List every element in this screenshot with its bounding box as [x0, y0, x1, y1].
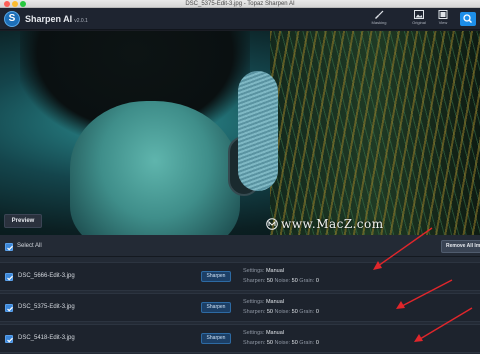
file-name: DSC_5418-Edit-3.jpg [18, 335, 75, 341]
file-checkbox[interactable] [5, 335, 13, 343]
settings-mode: Manual [265, 330, 284, 336]
watermark-text: www.MacZ.com [281, 217, 384, 231]
file-name: DSC_5375-Edit-3.jpg [18, 304, 75, 310]
noise-value: 50 [291, 340, 298, 346]
search-icon [463, 14, 472, 23]
settings-values: Sharpen: 50 Noise: 50 Grain: 0 [243, 278, 319, 284]
preview-button[interactable]: Preview [4, 214, 42, 228]
checkmark-icon [7, 337, 13, 343]
original-label: Original [412, 20, 426, 25]
tree-roots-background [270, 31, 480, 235]
settings-prefix: Settings: [243, 299, 265, 305]
grain-label: Grain: [299, 340, 315, 346]
noise-value: 50 [291, 309, 298, 315]
grain-value: 0 [315, 309, 319, 315]
masking-button[interactable]: Masking [366, 10, 392, 28]
grain-label: Grain: [299, 278, 315, 284]
masking-label: Masking [371, 20, 387, 25]
single-view-icon [438, 10, 448, 19]
file-name: DSC_5666-Edit-3.jpg [18, 273, 75, 279]
settings-values: Sharpen: 50 Noise: 50 Grain: 0 [243, 340, 319, 346]
sharpen-mode-button[interactable]: Sharpen [201, 302, 231, 313]
image-preview[interactable]: www.MacZ.com Preview [0, 31, 480, 235]
original-button[interactable]: Original [406, 10, 432, 28]
select-all-row: Select All Remove All Im [0, 235, 480, 257]
checkmark-icon [7, 245, 13, 251]
app-name-label: Sharpen AI [25, 14, 73, 24]
settings-prefix: Settings: [243, 268, 265, 274]
app-name: Sharpen AI v2.0.1 [25, 14, 88, 24]
sharpen-label: Sharpen [243, 309, 264, 315]
settings-values: Sharpen: 50 Noise: 50 Grain: 0 [243, 309, 319, 315]
remove-all-images-button[interactable]: Remove All Im [441, 240, 480, 253]
sharpen-mode-button[interactable]: Sharpen [201, 333, 231, 344]
select-all-label: Select All [17, 243, 42, 249]
checkmark-icon [7, 275, 13, 281]
grain-label: Grain: [299, 309, 315, 315]
noise-label: Noise: [274, 309, 291, 315]
sharpen-mode-button[interactable]: Sharpen [201, 271, 231, 282]
checkmark-icon [7, 306, 13, 312]
sharpen-value: 50 [266, 278, 273, 284]
settings-prefix: Settings: [243, 330, 265, 336]
file-row[interactable]: DSC_5375-Edit-3.jpg Sharpen Settings: Ma… [0, 293, 480, 322]
settings-summary: Settings: Manual [243, 268, 284, 274]
settings-mode: Manual [265, 268, 284, 274]
watermark-logo-icon [266, 218, 278, 230]
window-titlebar: DSC_5375-Edit-3.jpg - Topaz Sharpen AI [0, 0, 480, 8]
sharpen-value: 50 [266, 340, 273, 346]
select-all-checkbox[interactable] [5, 243, 13, 251]
settings-summary: Settings: Manual [243, 299, 284, 305]
sharpen-label: Sharpen [243, 340, 264, 346]
grain-value: 0 [315, 340, 319, 346]
window-title: DSC_5375-Edit-3.jpg - Topaz Sharpen AI [185, 1, 295, 7]
sharpen-label: Sharpen [243, 278, 264, 284]
noise-label: Noise: [274, 278, 291, 284]
file-checkbox[interactable] [5, 304, 13, 312]
app-version: v2.0.1 [74, 18, 88, 24]
headphone-band [238, 71, 278, 191]
settings-summary: Settings: Manual [243, 330, 284, 336]
watermark: www.MacZ.com [266, 217, 384, 231]
view-button[interactable]: View [430, 10, 456, 28]
brush-icon [375, 10, 384, 19]
app-logo-icon: S [4, 11, 20, 27]
noise-value: 50 [291, 278, 298, 284]
image-icon [414, 10, 424, 19]
sharpen-value: 50 [266, 309, 273, 315]
noise-label: Noise: [274, 340, 291, 346]
file-row[interactable]: DSC_5666-Edit-3.jpg Sharpen Settings: Ma… [0, 262, 480, 291]
settings-mode: Manual [265, 299, 284, 305]
file-row[interactable]: DSC_5418-Edit-3.jpg Sharpen Settings: Ma… [0, 324, 480, 353]
grain-value: 0 [315, 278, 319, 284]
file-list-panel: Select All Remove All Im DSC_5666-Edit-3… [0, 235, 480, 354]
app-toolbar: S Sharpen AI v2.0.1 Masking Original View [0, 8, 480, 30]
view-label: View [438, 20, 448, 25]
file-checkbox[interactable] [5, 273, 13, 281]
search-button[interactable] [460, 12, 476, 26]
